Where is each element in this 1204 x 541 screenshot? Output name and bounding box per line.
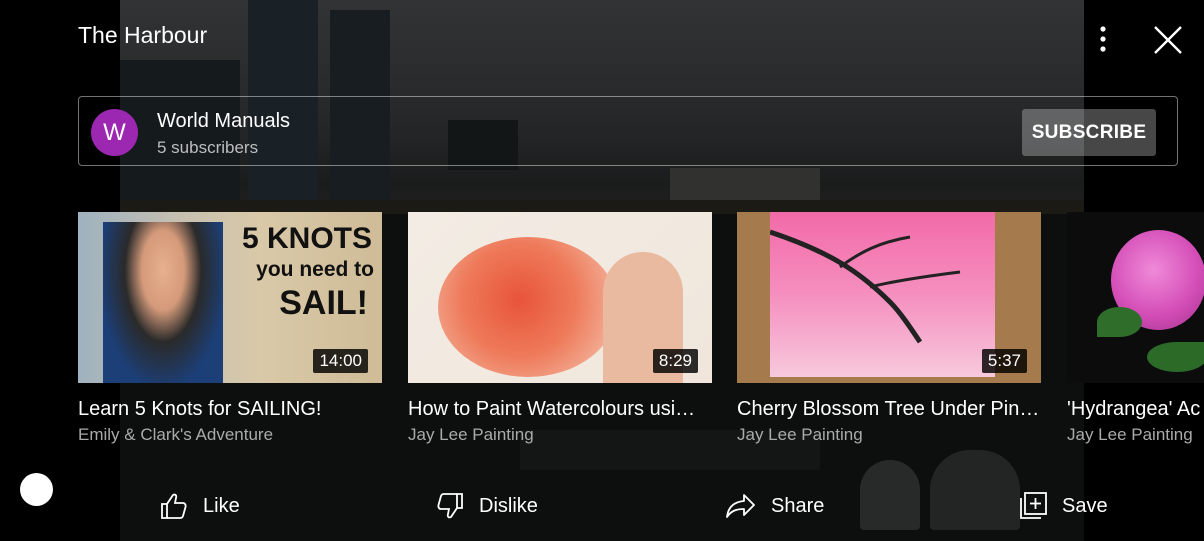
channel-avatar[interactable]: W — [91, 109, 138, 156]
player-frame: The Harbour W World Manuals 5 subscriber… — [0, 0, 1204, 541]
more-options-button[interactable] — [1088, 22, 1118, 56]
more-vert-icon — [1100, 26, 1106, 52]
close-button[interactable] — [1150, 22, 1186, 58]
save-button[interactable]: Save — [1018, 490, 1108, 522]
video-thumbnail[interactable]: 5:37 — [737, 212, 1041, 383]
subscribe-button[interactable]: SUBSCRIBE — [1022, 109, 1156, 156]
video-card[interactable]: 'Hydrangea' Ac Jay Lee Painting — [1067, 212, 1204, 445]
close-icon — [1154, 26, 1182, 54]
channel-card[interactable]: W World Manuals 5 subscribers SUBSCRIBE — [78, 96, 1178, 166]
video-duration: 8:29 — [652, 349, 698, 373]
like-label: Like — [203, 494, 240, 517]
video-thumbnail[interactable]: 5 KNOTS you need to SAIL! 14:00 — [78, 212, 382, 383]
save-label: Save — [1062, 494, 1108, 517]
thumbnail-text-line: SAIL! — [279, 284, 368, 322]
video-thumbnail[interactable] — [1067, 212, 1204, 383]
subscriber-count: 5 subscribers — [157, 138, 259, 157]
video-card-channel: Jay Lee Painting — [737, 425, 863, 444]
like-button[interactable]: Like — [159, 490, 240, 522]
branch-illustration — [770, 229, 961, 344]
video-card-channel: Jay Lee Painting — [1067, 425, 1193, 444]
share-icon — [726, 494, 755, 518]
share-label: Share — [771, 494, 825, 517]
add-to-playlist-icon — [1020, 492, 1047, 519]
floating-home-button[interactable] — [20, 473, 53, 506]
dislike-label: Dislike — [479, 494, 538, 517]
video-card-title[interactable]: 'Hydrangea' Ac — [1067, 398, 1204, 421]
share-button[interactable]: Share — [725, 490, 824, 522]
thumbnail-text-line: you need to — [256, 258, 374, 281]
video-card-title[interactable]: How to Paint Watercolours usi… — [408, 398, 712, 421]
video-card-channel: Jay Lee Painting — [408, 425, 534, 444]
video-thumbnail[interactable]: 8:29 — [408, 212, 712, 383]
channel-name[interactable]: World Manuals — [157, 110, 290, 133]
thumb-up-icon — [161, 493, 187, 519]
thumb-down-icon — [437, 493, 463, 519]
video-card[interactable]: 5:37 Cherry Blossom Tree Under Pin… Jay … — [737, 212, 1041, 445]
video-duration: 14:00 — [313, 349, 368, 373]
video-card[interactable]: 8:29 How to Paint Watercolours usi… Jay … — [408, 212, 712, 445]
video-duration: 5:37 — [981, 349, 1027, 373]
dislike-button[interactable]: Dislike — [435, 490, 538, 522]
video-card-channel: Emily & Clark's Adventure — [78, 425, 274, 444]
video-card[interactable]: 5 KNOTS you need to SAIL! 14:00 Learn 5 … — [78, 212, 382, 445]
video-title: The Harbour — [78, 22, 208, 48]
video-card-title[interactable]: Cherry Blossom Tree Under Pin… — [737, 398, 1041, 421]
thumbnail-text-line: 5 KNOTS — [241, 222, 372, 255]
video-card-title[interactable]: Learn 5 Knots for SAILING! — [78, 398, 382, 421]
